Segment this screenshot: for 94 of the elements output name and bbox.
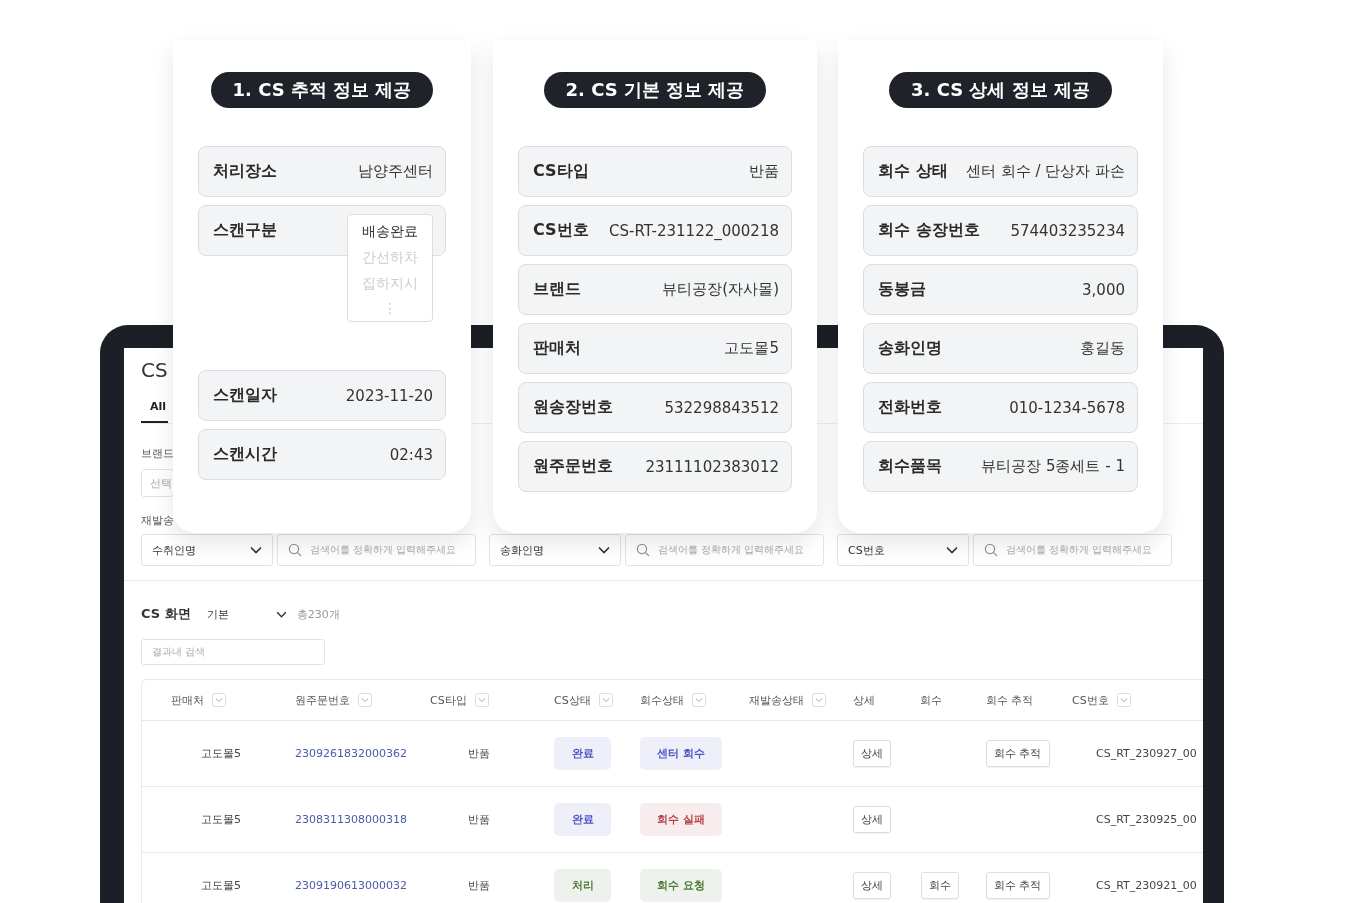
sort-dropdown-icon[interactable] xyxy=(812,693,826,707)
info-label: 판매처 xyxy=(533,338,581,359)
status-badge: 회수 요청 xyxy=(640,869,722,902)
track-button[interactable]: 회수 추적 xyxy=(986,872,1050,899)
search-icon xyxy=(288,543,302,557)
info-value: 고도몰5 xyxy=(724,339,779,358)
status-badge: 센터 회수 xyxy=(640,737,722,770)
info-label: CS타입 xyxy=(533,161,589,182)
info-value: 2023-11-20 xyxy=(345,386,433,405)
filter-label: 재발송 xyxy=(141,513,174,528)
info-value: 23111102383012 xyxy=(645,457,779,476)
column-header: CS상태 xyxy=(554,692,591,708)
info-label: 처리장소 xyxy=(213,161,277,182)
info-label: CS번호 xyxy=(533,220,589,241)
table-cell: CS_RT_230927_00 xyxy=(1096,747,1197,760)
info-label: 스캔일자 xyxy=(213,385,277,406)
info-value: CS-RT-231122_000218 xyxy=(609,221,779,240)
sort-dropdown-icon[interactable] xyxy=(212,693,226,707)
info-label: 전화번호 xyxy=(878,397,942,418)
chevron-down-icon xyxy=(250,546,262,554)
chevron-down-icon xyxy=(946,546,958,554)
info-label: 회수 송장번호 xyxy=(878,220,980,241)
status-badge: 완료 xyxy=(554,803,611,836)
info-value: 02:43 xyxy=(389,445,433,464)
column-header: CS타입 xyxy=(430,692,467,708)
filter-label: 브랜드 xyxy=(141,446,174,461)
info-value: 뷰티공장 5종세트 - 1 xyxy=(981,457,1125,476)
page-title: CS xyxy=(141,358,168,382)
tab[interactable]: All xyxy=(141,396,169,423)
table-cell: CS_RT_230921_00 xyxy=(1096,879,1197,892)
track-button[interactable]: 회수 추적 xyxy=(986,740,1050,767)
collect-button[interactable]: 회수 xyxy=(921,872,959,899)
info-value: 반품 xyxy=(749,162,779,181)
column-header: 재발송상태 xyxy=(749,692,804,708)
column-header: 회수 추적 xyxy=(986,692,1034,708)
sort-dropdown-icon[interactable] xyxy=(474,693,489,707)
search-icon xyxy=(636,543,650,557)
column-header: 회수상태 xyxy=(640,692,684,708)
column-header: 원주문번호 xyxy=(295,692,350,708)
table-cell: 반품 xyxy=(468,812,490,827)
info-value: 센터 회수 / 단상자 파손 xyxy=(965,162,1125,181)
info-label: 동봉금 xyxy=(878,279,926,300)
select-field[interactable]: 송화인명 xyxy=(489,534,621,566)
detail-button[interactable]: 상세 xyxy=(853,806,891,833)
info-value: 532298843512 xyxy=(664,398,779,417)
select-field[interactable]: CS번호 xyxy=(837,534,969,566)
sort-dropdown-icon[interactable] xyxy=(1116,693,1131,707)
total-count: 총230개 xyxy=(296,606,340,622)
table-cell: 반품 xyxy=(468,878,490,893)
step-badge: 3. CS 상세 정보 제공 xyxy=(889,72,1112,108)
info-label: 회수품목 xyxy=(878,456,942,477)
table-cell: 고도몰5 xyxy=(201,812,241,827)
menu-option[interactable]: 배송완료 xyxy=(362,223,418,241)
status-badge: 완료 xyxy=(554,737,611,770)
info-value: 남양주센터 xyxy=(358,162,433,181)
info-label: 브랜드 xyxy=(533,279,581,300)
sort-dropdown-icon[interactable] xyxy=(692,693,706,707)
step-badge: 2. CS 기본 정보 제공 xyxy=(543,72,767,108)
sort-dropdown-icon[interactable] xyxy=(598,693,613,707)
info-label: 스캔시간 xyxy=(213,444,277,465)
select-field[interactable]: 수취인명 xyxy=(141,534,273,566)
order-number-link[interactable]: 2309190613000032 xyxy=(295,879,407,892)
info-label: 원주문번호 xyxy=(533,456,613,477)
detail-button[interactable]: 상세 xyxy=(853,740,891,767)
order-number-link[interactable]: 2308311308000318 xyxy=(295,813,407,826)
detail-button[interactable]: 상세 xyxy=(853,872,891,899)
status-badge: 처리 xyxy=(554,869,611,902)
column-header: 상세 xyxy=(853,692,875,708)
info-value: 뷰티공장(자사몰) xyxy=(662,280,779,299)
status-badge: 회수 실패 xyxy=(640,803,722,836)
info-value: 574403235234 xyxy=(1010,221,1125,240)
sort-dropdown-icon[interactable] xyxy=(358,693,372,707)
info-value: 3,000 xyxy=(1082,280,1125,299)
step-badge: 1. CS 추적 정보 제공 xyxy=(210,72,434,108)
column-header: 회수 xyxy=(920,692,942,708)
search-icon xyxy=(984,543,998,557)
info-label: 송화인명 xyxy=(878,338,942,359)
more-icon: ⋮ xyxy=(383,301,397,315)
info-label: 스캔구분 xyxy=(213,220,277,241)
info-value: 010-1234-5678 xyxy=(1009,398,1125,417)
chevron-down-icon xyxy=(598,546,610,554)
column-header: CS번호 xyxy=(1072,692,1109,708)
section-title: CS 화면 xyxy=(141,605,191,623)
table-cell: CS_RT_230925_00 xyxy=(1096,813,1197,826)
table-cell: 고도몰5 xyxy=(201,746,241,761)
table-cell: 반품 xyxy=(468,746,490,761)
view-select[interactable]: 기본 xyxy=(206,606,287,622)
info-label: 회수 상태 xyxy=(878,161,948,182)
column-header: 판매처 xyxy=(171,692,204,708)
chevron-down-icon xyxy=(275,610,287,618)
order-number-link[interactable]: 2309261832000362 xyxy=(295,747,407,760)
info-value: 홍길동 xyxy=(1080,339,1125,358)
table-cell: 고도몰5 xyxy=(201,878,241,893)
info-label: 원송장번호 xyxy=(533,397,613,418)
